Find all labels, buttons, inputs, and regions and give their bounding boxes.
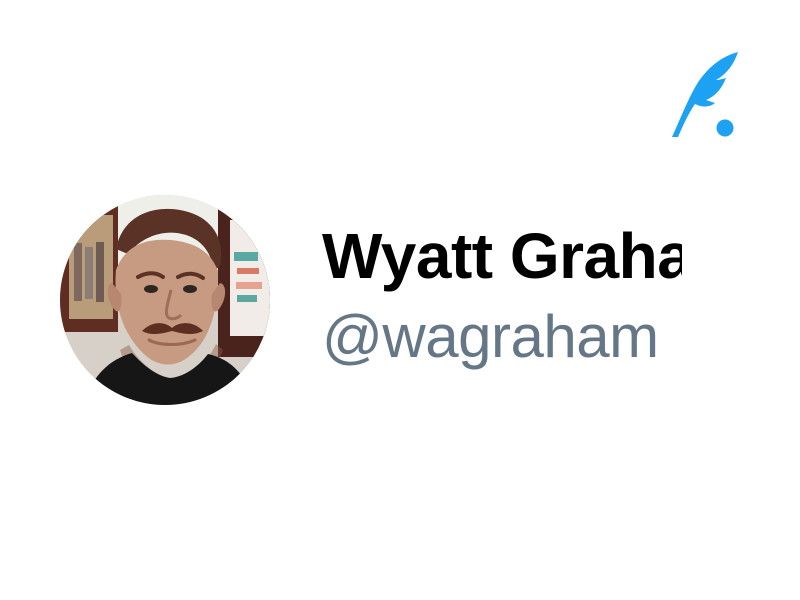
user-handle[interactable]: @wagraham bbox=[322, 302, 682, 372]
avatar[interactable] bbox=[60, 195, 270, 405]
profile-screen: Wyatt Graham @wagraham bbox=[0, 0, 800, 600]
profile-photo bbox=[60, 195, 270, 405]
feather-quill-icon bbox=[672, 52, 738, 137]
display-name: Wyatt Graham bbox=[322, 220, 682, 292]
identity-block: Wyatt Graham @wagraham bbox=[322, 218, 682, 372]
profile-card: Wyatt Graham @wagraham bbox=[56, 190, 696, 410]
